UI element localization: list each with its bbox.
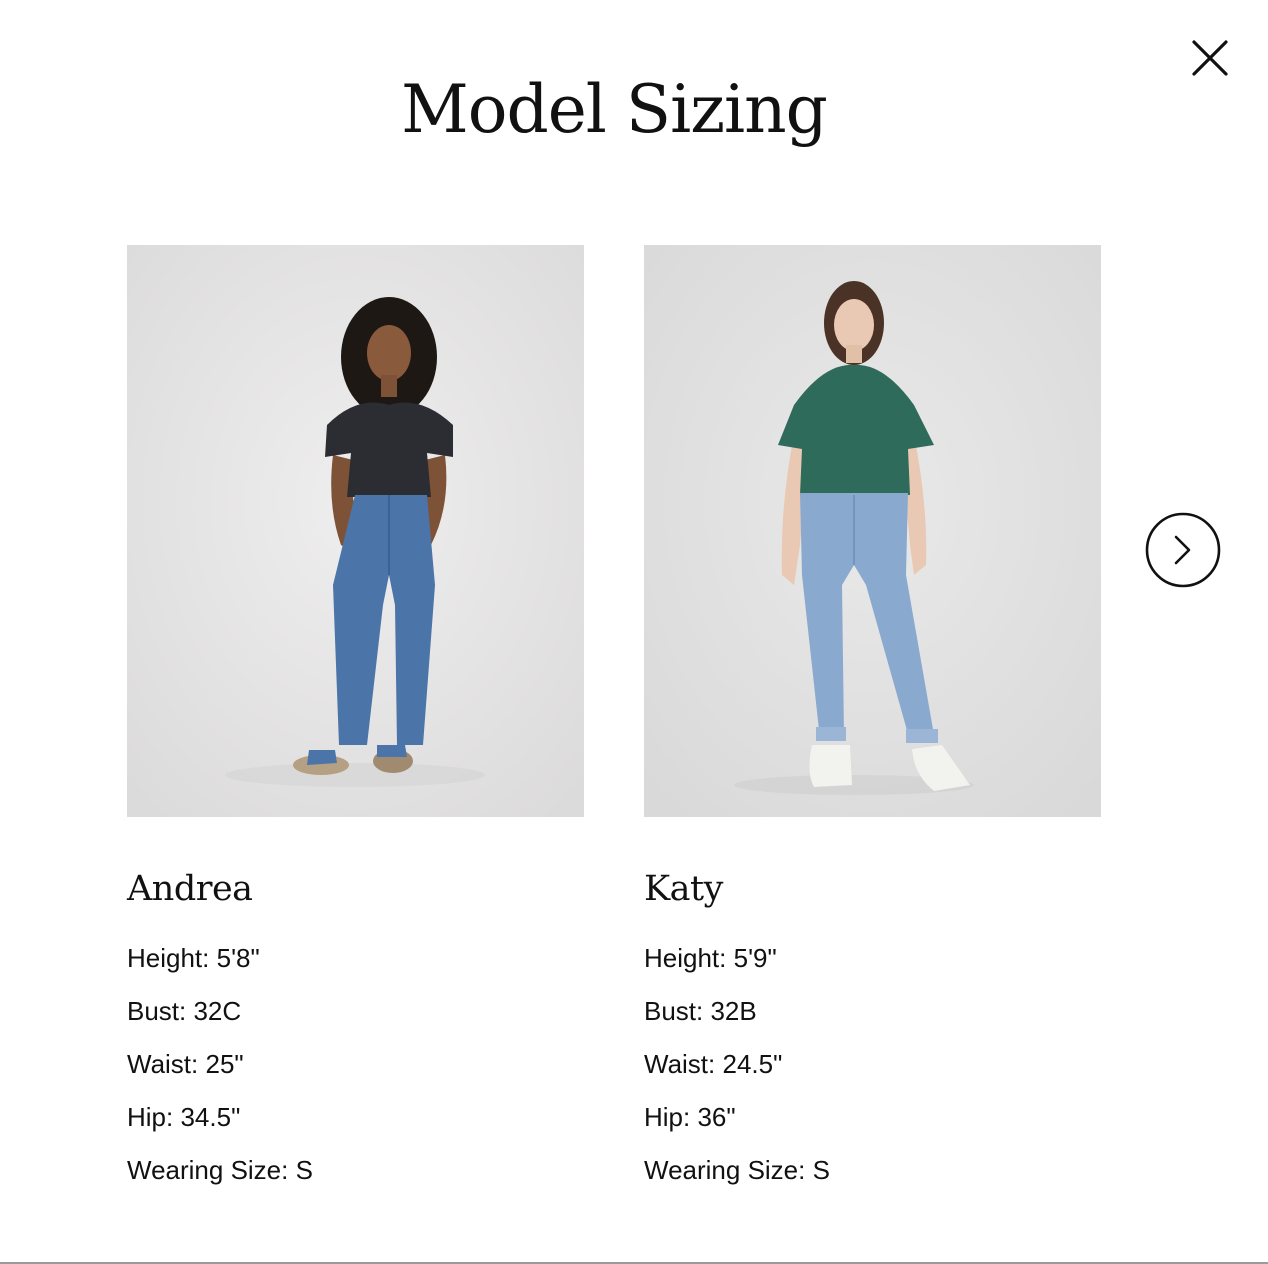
stat-height: Height: 5'9" <box>644 943 777 973</box>
stat-wearing-size: Wearing Size: S <box>644 1155 830 1185</box>
stat-height: Height: 5'8" <box>127 943 260 973</box>
chevron-right-icon <box>1145 512 1221 588</box>
stat-waist: Waist: 24.5" <box>644 1049 783 1079</box>
close-button[interactable] <box>1188 36 1232 80</box>
model-name: Katy <box>644 869 723 909</box>
model-photo-andrea <box>127 245 584 817</box>
modal-title: Model Sizing <box>401 71 828 148</box>
stat-hip: Hip: 36" <box>644 1102 736 1132</box>
model-card-katy: Katy Height: 5'9" Bust: 32B Waist: 24.5"… <box>644 245 1101 1197</box>
model-card-andrea: Andrea Height: 5'8" Bust: 32C Waist: 25"… <box>127 245 584 1197</box>
stat-waist: Waist: 25" <box>127 1049 244 1079</box>
stat-hip: Hip: 34.5" <box>127 1102 241 1132</box>
model-stats-list: Height: 5'9" Bust: 32B Waist: 24.5" Hip:… <box>644 932 1101 1197</box>
model-sizing-modal: Model Sizing Andrea Height: 5'8" Bust: 3… <box>0 0 1268 1262</box>
stat-bust: Bust: 32C <box>127 996 242 1026</box>
carousel-next-button[interactable] <box>1145 512 1221 588</box>
model-name: Andrea <box>127 869 253 909</box>
model-photo-katy <box>644 245 1101 817</box>
stat-bust: Bust: 32B <box>644 996 757 1026</box>
close-icon <box>1192 40 1228 76</box>
model-stats-list: Height: 5'8" Bust: 32C Waist: 25" Hip: 3… <box>127 932 584 1197</box>
stat-wearing-size: Wearing Size: S <box>127 1155 313 1185</box>
